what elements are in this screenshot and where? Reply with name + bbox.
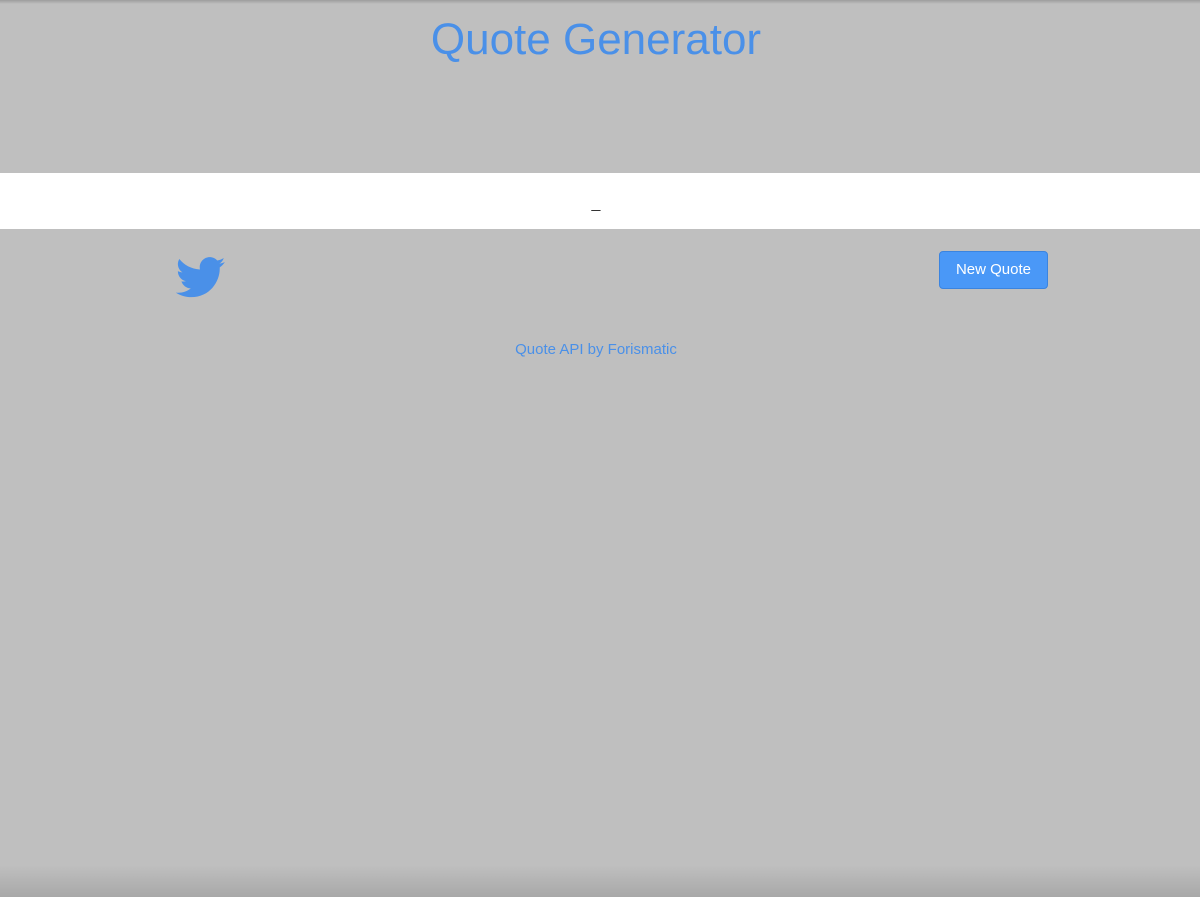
twitter-bird-icon — [176, 257, 226, 298]
bottom-shadow — [0, 865, 1200, 897]
page-title: Quote Generator — [430, 15, 762, 64]
quote-author: _ — [591, 195, 601, 212]
forismatic-credit-link[interactable]: Quote API by Forismatic — [0, 340, 1192, 360]
new-quote-button[interactable]: New Quote — [939, 251, 1048, 289]
page: Quote Generator _ New Quote Quote API by… — [0, 0, 1200, 897]
quote-panel: _ — [0, 173, 1200, 229]
tweet-button[interactable] — [176, 257, 226, 299]
header: Quote Generator — [0, 0, 1200, 173]
